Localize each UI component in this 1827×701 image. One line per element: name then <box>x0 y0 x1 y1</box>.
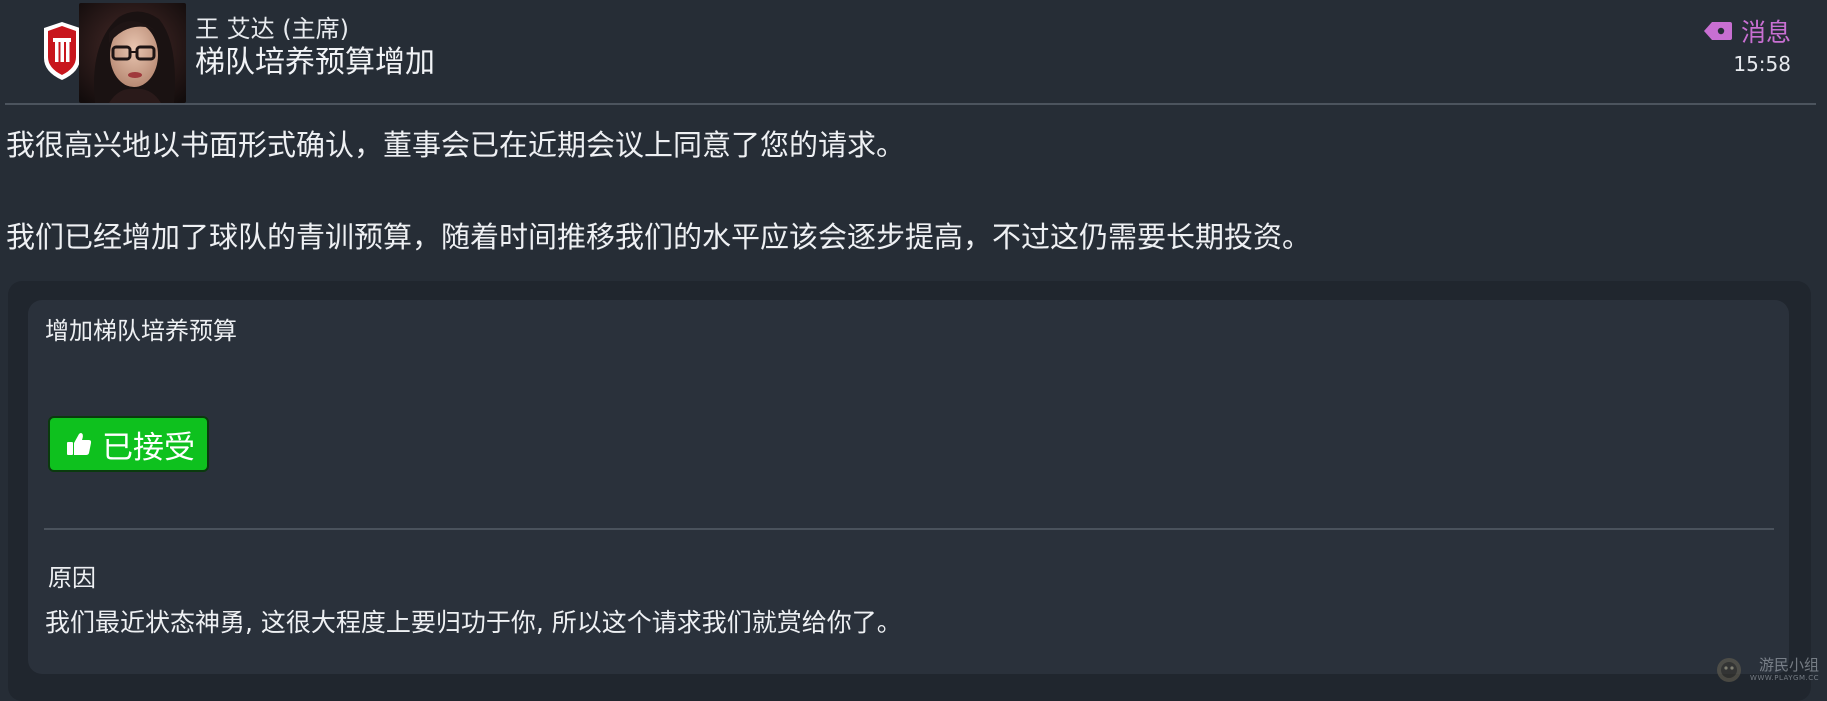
reason-label: 原因 <box>48 564 96 592</box>
club-crest-logo <box>42 20 82 82</box>
body-paragraph-2: 我们已经增加了球队的青训预算，随着时间推移我们的水平应该会逐步提高，不过这仍需要… <box>6 220 1312 254</box>
request-title: 增加梯队培养预算 <box>45 317 237 345</box>
tag-icon <box>1703 21 1733 41</box>
watermark-icon <box>1717 658 1742 682</box>
message-type-label: 消息 <box>1740 18 1791 47</box>
sender-avatar[interactable] <box>79 3 186 103</box>
sender-name[interactable]: 王 艾达 (主席) <box>195 14 349 44</box>
message-type-badge: 消息 <box>1703 15 1791 47</box>
watermark-text: 游民小组 <box>1758 656 1819 674</box>
card-divider <box>44 528 1774 530</box>
watermark-logo: 游民小组 WWW.PLAYGM.CC <box>1714 655 1819 685</box>
watermark-url: WWW.PLAYGM.CC <box>1750 674 1819 682</box>
message-header: 王 艾达 (主席) 梯队培养预算增加 消息 15:58 <box>0 0 1827 104</box>
message-subject: 梯队培养预算增加 <box>195 45 435 80</box>
header-divider <box>5 103 1816 105</box>
accepted-status-button[interactable]: 已接受 <box>48 416 209 472</box>
message-time: 15:58 <box>1733 52 1791 76</box>
accepted-status-label: 已接受 <box>102 429 195 466</box>
body-paragraph-1: 我很高兴地以书面形式确认，董事会已在近期会议上同意了您的请求。 <box>6 128 906 162</box>
reason-text: 我们最近状态神勇, 这很大程度上要归功于你, 所以这个请求我们就赏给你了。 <box>45 608 902 637</box>
thumbs-up-icon <box>66 431 92 457</box>
